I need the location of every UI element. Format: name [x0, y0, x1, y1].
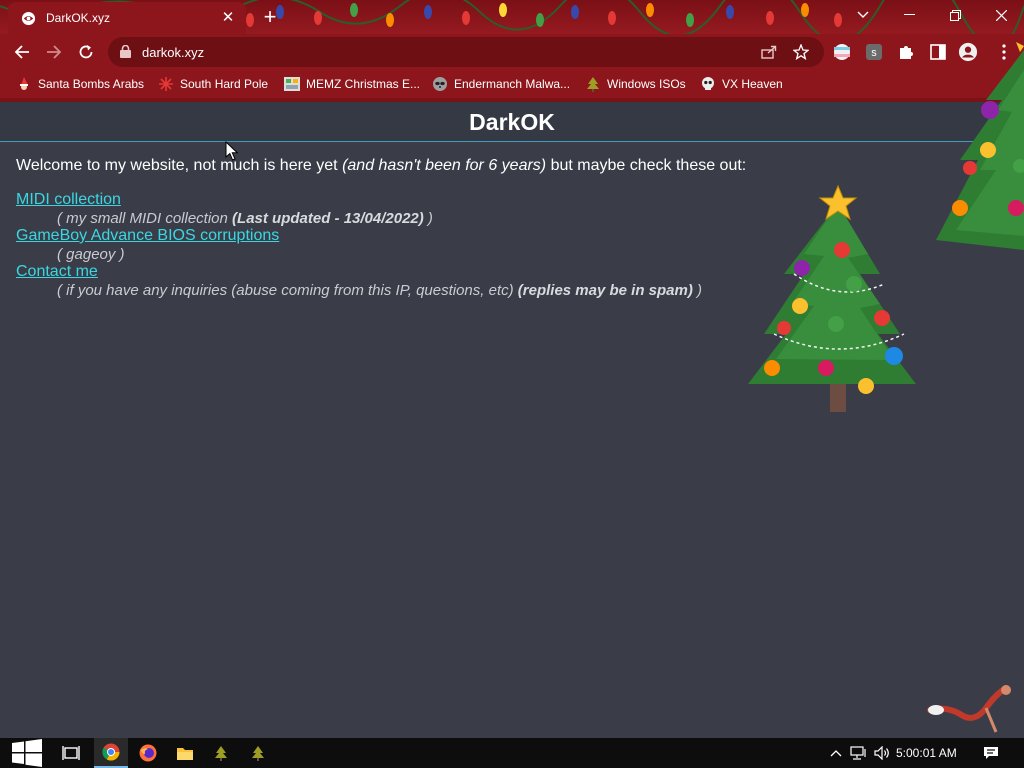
tab-search-icon[interactable]: [840, 0, 886, 30]
gba-bios-link[interactable]: GameBoy Advance BIOS corruptions: [16, 227, 279, 244]
action-center-notification-icon[interactable]: [980, 738, 1002, 768]
midi-collection-link[interactable]: MIDI collection: [16, 191, 121, 208]
share-icon[interactable]: [760, 43, 778, 61]
s-extension-icon[interactable]: s: [864, 42, 884, 62]
christmas-tree-corner-decoration: [936, 42, 1024, 250]
forward-button[interactable]: [42, 40, 66, 64]
taskbar-firefox-icon[interactable]: [131, 738, 165, 768]
bookmark-item[interactable]: South Hard Pole: [158, 76, 268, 92]
extensions-puzzle-icon[interactable]: [896, 42, 916, 62]
bookmark-item[interactable]: Santa Bombs Arabs: [16, 76, 144, 92]
taskbar-clock[interactable]: 5:00:01 AM: [896, 746, 957, 760]
dancing-figure-decoration: [927, 685, 1011, 733]
svg-text:s: s: [871, 47, 877, 59]
start-button[interactable]: [10, 738, 44, 768]
mouse-cursor-icon: [225, 141, 239, 161]
gba-description: ( gageoy ): [57, 246, 125, 263]
christmas-tree-decoration: [748, 184, 916, 412]
url-text[interactable]: darkok.xyz: [142, 45, 204, 60]
minimize-button[interactable]: [886, 0, 932, 30]
bookmark-item[interactable]: VX Heaven: [700, 76, 783, 92]
globe-icon: [20, 10, 36, 26]
contact-description: ( if you have any inquiries (abuse comin…: [57, 282, 703, 299]
taskbar-explorer-icon[interactable]: [168, 738, 202, 768]
santa-icon: [16, 76, 32, 92]
link-item-gba: GameBoy Advance BIOS corruptions: [16, 227, 279, 245]
bookmark-item[interactable]: MEMZ Christmas E...: [284, 76, 420, 92]
flag-extension-icon[interactable]: [832, 42, 852, 62]
tree-icon: [585, 76, 601, 92]
volume-icon[interactable]: [872, 738, 892, 768]
link-item-contact: Contact me: [16, 263, 98, 281]
bookmark-item[interactable]: Windows ISOs: [585, 76, 686, 92]
bookmarks-bar: Santa Bombs Arabs South Hard Pole MEMZ C…: [0, 70, 1024, 102]
page-header: DarkOK: [0, 102, 1024, 142]
page-title: DarkOK: [469, 109, 555, 135]
close-window-button[interactable]: [978, 0, 1024, 30]
task-view-icon[interactable]: [54, 738, 88, 768]
midi-description: ( my small MIDI collection (Last updated…: [57, 210, 433, 227]
memz-icon: [284, 76, 300, 92]
taskbar-tree-app-icon-2[interactable]: [241, 738, 275, 768]
contact-me-link[interactable]: Contact me: [16, 263, 98, 280]
bookmark-star-icon[interactable]: [792, 43, 810, 61]
snowflake-icon: [158, 76, 174, 92]
new-tab-button[interactable]: +: [258, 5, 282, 29]
intro-text: Welcome to my website, not much is here …: [16, 157, 747, 174]
taskbar-chrome-icon[interactable]: [94, 738, 128, 768]
tab-title: DarkOK.xyz: [46, 11, 111, 25]
back-button[interactable]: [10, 40, 34, 64]
browser-toolbar: darkok.xyz s: [0, 34, 1024, 70]
link-item-midi: MIDI collection: [16, 191, 121, 209]
intro-italic: (and hasn't been for 6 years): [342, 157, 547, 174]
address-bar[interactable]: darkok.xyz: [108, 37, 824, 67]
bookmark-item[interactable]: Endermanch Malwa...: [432, 76, 570, 92]
show-hidden-icons-chevron-icon[interactable]: [826, 738, 846, 768]
windows-taskbar: 5:00:01 AM: [0, 738, 1024, 768]
restore-button[interactable]: [932, 0, 978, 30]
lock-icon[interactable]: [120, 44, 131, 63]
close-tab-icon[interactable]: ✕: [220, 10, 236, 26]
skull-icon: [700, 76, 716, 92]
taskbar-tree-app-icon[interactable]: [204, 738, 238, 768]
browser-titlebar: DarkOK.xyz ✕ +: [0, 0, 1024, 34]
browser-tab-active[interactable]: DarkOK.xyz ✕: [8, 2, 246, 34]
reload-button[interactable]: [74, 40, 98, 64]
raccoon-icon: [432, 76, 448, 92]
network-icon[interactable]: [848, 738, 870, 768]
